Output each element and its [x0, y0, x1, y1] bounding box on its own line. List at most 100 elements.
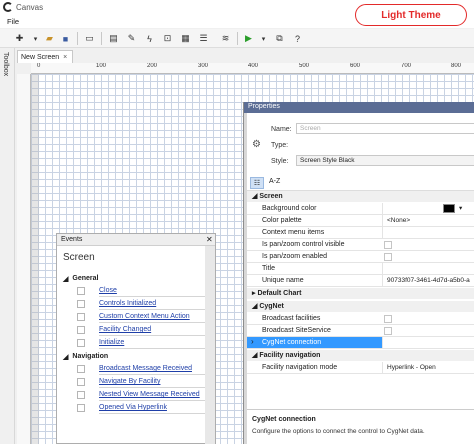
property-row[interactable]: Background color ▾ [247, 203, 474, 215]
save-icon[interactable]: ■ [58, 31, 73, 46]
section-facility-navigation[interactable]: ◢ Facility navigation [247, 350, 474, 361]
property-value[interactable] [382, 263, 474, 274]
ruler-tick: 800 [451, 63, 462, 69]
close-icon[interactable]: × [63, 54, 67, 61]
name-label: Name: [271, 126, 292, 133]
property-row[interactable]: Facility navigation mode Hyperlink - Open [247, 362, 474, 374]
list-item[interactable]: Controls Initialized [59, 298, 205, 310]
toolbox-label[interactable]: Toolbox [2, 52, 9, 76]
sort-az-button[interactable]: A-Z [269, 178, 280, 185]
property-row[interactable]: Context menu items [247, 227, 474, 239]
property-checkbox[interactable] [384, 327, 392, 335]
event-checkbox[interactable] [77, 313, 85, 321]
list-icon[interactable]: ☰ [196, 31, 211, 46]
open-icon[interactable]: ▰ [42, 31, 57, 46]
event-checkbox[interactable] [77, 391, 85, 399]
chart-icon[interactable]: ▭ [82, 31, 97, 46]
event-link[interactable]: Controls Initialized [99, 298, 205, 310]
close-icon[interactable]: ✕ [206, 235, 213, 244]
toolbox-strip[interactable] [0, 48, 15, 444]
events-group-navigation[interactable]: ◢ Navigation [59, 351, 205, 362]
property-row[interactable]: Broadcast facilities [247, 313, 474, 325]
canvas-margin-shade [31, 74, 39, 444]
list-item[interactable]: Facility Changed [59, 324, 205, 336]
export-icon[interactable]: ⊡ [160, 31, 175, 46]
event-checkbox[interactable] [77, 365, 85, 373]
menu-file[interactable]: File [7, 17, 19, 26]
event-link[interactable]: Broadcast Message Received [99, 363, 205, 375]
property-checkbox[interactable] [384, 315, 392, 323]
property-value[interactable]: Hyperlink - Open [382, 362, 474, 373]
event-checkbox[interactable] [77, 404, 85, 412]
property-value[interactable] [382, 227, 474, 238]
wrench-icon[interactable]: ✎ [124, 31, 139, 46]
style-select[interactable]: Screen Style Black [296, 155, 474, 166]
lightning-icon[interactable]: ϟ [142, 31, 157, 46]
run-icon[interactable]: ▶ [241, 31, 256, 46]
event-checkbox[interactable] [77, 326, 85, 334]
property-checkbox[interactable] [384, 241, 392, 249]
event-checkbox[interactable] [77, 339, 85, 347]
event-link[interactable]: Opened Via Hyperlink [99, 402, 205, 414]
list-item[interactable]: Nested View Message Received [59, 389, 205, 401]
events-group-label: Navigation [72, 353, 109, 360]
property-value[interactable] [382, 337, 474, 348]
event-link[interactable]: Initialize [99, 337, 205, 349]
layout-icon[interactable]: ⧉ [272, 31, 287, 46]
section-cygnet[interactable]: ◢ CygNet [247, 301, 474, 312]
events-scrollbar[interactable] [205, 246, 215, 444]
event-link[interactable]: Close [99, 285, 205, 297]
list-item[interactable]: Initialize [59, 337, 205, 349]
gear-icon: ⚙ [252, 139, 261, 150]
property-row[interactable]: Broadcast SiteService [247, 325, 474, 337]
description-text: Configure the options to connect the con… [252, 428, 425, 435]
event-checkbox[interactable] [77, 287, 85, 295]
property-row[interactable]: Unique name 90733f07-3461-4d7d-a5b0-a [247, 275, 474, 287]
properties-panel: Properties Name: Screen ⚙ Type: Style: S… [243, 102, 474, 444]
collapse-caret-icon[interactable]: ◢ [63, 353, 68, 361]
ruler-tick: 500 [299, 63, 310, 69]
event-checkbox[interactable] [77, 300, 85, 308]
name-field[interactable]: Screen [296, 123, 474, 134]
property-row[interactable]: Color palette <None> [247, 215, 474, 227]
event-checkbox[interactable] [77, 378, 85, 386]
property-row[interactable]: Is pan/zoom enabled [247, 251, 474, 263]
new-icon[interactable]: ✚ [12, 31, 27, 46]
color-swatch[interactable] [443, 204, 455, 213]
event-link[interactable]: Nested View Message Received [99, 389, 205, 401]
properties-header[interactable]: Properties [244, 102, 474, 113]
property-row[interactable]: Title [247, 263, 474, 275]
run-dropdown-icon[interactable]: ▾ [256, 31, 271, 46]
tab-new-screen[interactable]: New Screen × [17, 50, 73, 63]
events-group-general[interactable]: ◢ General [59, 273, 205, 284]
help-icon[interactable]: ? [290, 31, 305, 46]
ruler-tick: 0 [37, 63, 41, 69]
categorized-view-button[interactable]: ☷ [250, 177, 264, 189]
section-screen[interactable]: ◢ Screen [247, 191, 474, 202]
property-value[interactable]: <None> [382, 215, 474, 226]
style-label: Style: [271, 158, 289, 165]
event-link[interactable]: Navigate By Facility [99, 376, 205, 388]
table-icon[interactable]: ▦ [178, 31, 193, 46]
list-item[interactable]: Navigate By Facility [59, 376, 205, 388]
section-default-chart[interactable]: ▸ Default Chart [247, 288, 474, 299]
layers-icon[interactable]: ≋ [218, 31, 233, 46]
dropdown-arrow-icon[interactable]: ▾ [28, 31, 43, 46]
color-swatch-cell[interactable]: ▾ [382, 203, 474, 214]
list-item[interactable]: Close [59, 285, 205, 297]
property-row-selected[interactable]: › CygNet connection [247, 337, 474, 349]
event-link[interactable]: Custom Context Menu Action [99, 311, 205, 323]
list-item[interactable]: Custom Context Menu Action [59, 311, 205, 323]
events-header[interactable]: Events ✕ [57, 234, 215, 246]
property-row[interactable]: Is pan/zoom control visible [247, 239, 474, 251]
property-checkbox[interactable] [384, 253, 392, 261]
toolbox-icon[interactable]: ▤ [106, 31, 121, 46]
collapse-caret-icon[interactable]: ◢ [63, 275, 68, 283]
ruler-tick: 600 [350, 63, 361, 69]
chevron-down-icon[interactable]: ▾ [459, 203, 462, 214]
list-item[interactable]: Broadcast Message Received [59, 363, 205, 375]
event-link[interactable]: Facility Changed [99, 324, 205, 336]
property-value[interactable]: 90733f07-3461-4d7d-a5b0-a [382, 275, 474, 286]
list-item[interactable]: Opened Via Hyperlink [59, 402, 205, 414]
expand-caret-icon[interactable]: › [251, 337, 254, 346]
